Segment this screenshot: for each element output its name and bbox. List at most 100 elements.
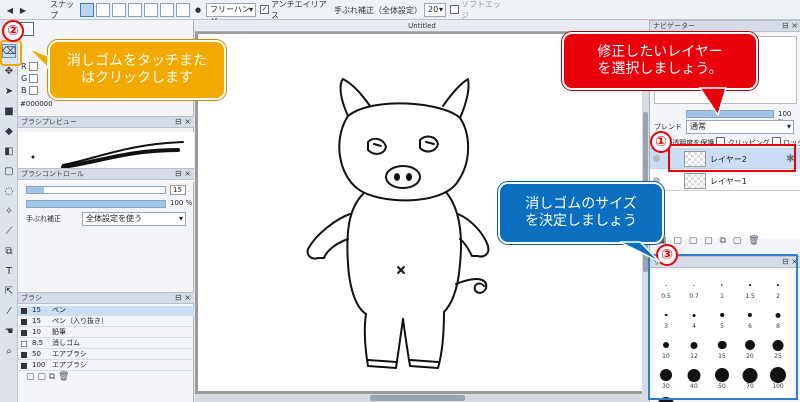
layer-name: レイヤー1	[710, 177, 747, 186]
brush-size: 10	[32, 328, 41, 336]
brush-list-item[interactable]: 8.5 消しゴム	[18, 339, 194, 349]
brush-list-title: ブラシ ⊟ ×	[18, 292, 194, 304]
brush-size: 15	[32, 317, 41, 325]
brush-color-icon	[21, 352, 27, 358]
blend-select[interactable]: 通常	[686, 120, 794, 134]
rgb-label-b: B	[21, 86, 27, 95]
brush-list-title-text: ブラシ	[21, 294, 42, 302]
panel-pin-icon[interactable]: ⊟ ×	[175, 117, 191, 127]
panel-pin-icon[interactable]: ⊟ ×	[782, 21, 798, 31]
soft-edge-label: ソフトエッジ	[461, 0, 501, 20]
horizontal-scrollbar[interactable]	[195, 394, 649, 402]
antialias-checkbox[interactable]: ✓	[260, 5, 269, 14]
brush-size-value[interactable]: 15	[170, 185, 186, 195]
eraser-highlight	[0, 40, 22, 66]
brush-opacity-value: 100 %	[170, 199, 193, 207]
brush-size: 100	[32, 361, 46, 369]
bucket-tool-icon[interactable]: ◆	[2, 124, 16, 138]
snap-vanish-icon[interactable]	[128, 3, 142, 17]
fill-tool-icon[interactable]: ■	[2, 104, 16, 118]
canvas-tab[interactable]: Untitled	[195, 20, 649, 32]
panel-pin-icon[interactable]: ⊟ ×	[175, 293, 191, 303]
brush-stabilizer-select[interactable]: 全体設定を使う	[82, 212, 186, 226]
dot-icon: ●	[194, 6, 202, 14]
brush-color-icon	[21, 308, 27, 314]
brush-tool-icon[interactable]: ⟋	[2, 224, 16, 238]
hex-value: #000000	[20, 100, 53, 108]
brush-preview-title: ブラシプレビュー ⊟ ×	[18, 116, 194, 128]
operation-tool-icon[interactable]: ⇱	[2, 284, 16, 298]
brush-color-icon	[21, 330, 27, 336]
prev-icon[interactable]: ◀	[4, 2, 16, 18]
brush-control-title: ブラシコントロール ⊟ ×	[18, 168, 194, 180]
brush-list-item[interactable]: 50 エアブラシ	[18, 350, 194, 360]
brush-color-icon	[21, 341, 27, 347]
hand-tool-icon[interactable]: ☚	[2, 324, 16, 338]
panel-pin-icon[interactable]: ⊟ ×	[175, 169, 191, 179]
brush-list-item[interactable]: 100 エアブラシ	[18, 361, 194, 371]
antialias-label: アンチエイリアス	[271, 0, 327, 20]
layer-highlight	[668, 144, 796, 172]
brush-preview-title-text: ブラシプレビュー	[21, 118, 77, 126]
brush-name: 鉛筆	[52, 328, 66, 336]
brush-name: 消しゴム	[52, 339, 80, 347]
gradient-tool-icon[interactable]: ◧	[2, 144, 16, 158]
brush-name: ペン	[52, 306, 66, 314]
brush-size: 15	[32, 306, 41, 314]
layer-footer-icons[interactable]: ▣ ▢ ▢ ▢ ⧉ ▢ 🗑	[658, 236, 762, 246]
size-callout: 消しゴムのサイズ を決定しましょう	[498, 182, 664, 244]
step-1-badge: ①	[650, 131, 672, 153]
move-tool-icon[interactable]: ✥	[2, 64, 16, 78]
brush-size: 50	[32, 350, 41, 358]
layer-row[interactable]: レイヤー1	[650, 171, 800, 191]
brush-list-item[interactable]: 15 ペン（入り抜き）	[18, 317, 194, 327]
next-icon[interactable]: ▶	[17, 2, 29, 18]
navigator-title: ナビゲーター ⊟ ×	[650, 20, 800, 32]
transform-tool-icon[interactable]: ⧉	[2, 244, 16, 258]
lasso-tool-icon[interactable]: ◌	[2, 184, 16, 198]
brush-control-title-text: ブラシコントロール	[21, 170, 84, 178]
brush-list-item[interactable]: 15 ペン	[18, 306, 194, 316]
rgb-slider-r[interactable]	[29, 62, 38, 71]
brush-list-item[interactable]: 10 鉛筆	[18, 328, 194, 338]
dropper-tool-icon[interactable]: ⁄	[2, 304, 16, 318]
brush-opacity-slider[interactable]	[26, 200, 166, 208]
rgb-label-g: G	[21, 74, 28, 83]
snap-parallel-icon[interactable]	[96, 3, 110, 17]
eye-icon[interactable]	[653, 155, 660, 162]
snap-radial-icon[interactable]	[144, 3, 158, 17]
brush-size: 8.5	[32, 339, 44, 347]
snap-label: スナップ	[50, 0, 74, 20]
layer-opacity-slider[interactable]	[686, 110, 774, 118]
brush-list-footer-icons[interactable]: ▢ ▢ ⧉ 🗑	[26, 372, 69, 382]
brush-size-slider[interactable]	[26, 186, 166, 194]
step-2-badge: ②	[2, 20, 24, 42]
rect-select-icon[interactable]: ▢	[2, 164, 16, 178]
pen-mode-select[interactable]: フリーハンド	[206, 3, 256, 26]
step-3-badge: ③	[656, 244, 678, 266]
stabilizer-label: 手ぶれ補正（全体設定）	[334, 5, 422, 15]
stabilizer-select[interactable]: 20	[424, 3, 446, 17]
soft-edge-checkbox[interactable]	[450, 5, 459, 14]
layer-thumbnail	[684, 173, 706, 189]
brush-name: ペン（入り抜き）	[52, 317, 108, 325]
navigator-title-text: ナビゲーター	[653, 22, 695, 30]
snap-cross-icon[interactable]	[112, 3, 126, 17]
snap-curve-icon[interactable]	[176, 3, 190, 17]
snap-circle-icon[interactable]	[160, 3, 174, 17]
rgb-slider-g[interactable]	[29, 74, 38, 83]
snap-off-icon[interactable]	[80, 3, 94, 17]
horizontal-scroll-thumb[interactable]	[370, 395, 465, 401]
tool-column: ✎ ⌫ ✥ ➤ ■ ◆ ◧ ▢ ◌ ✧ ⟋ ⧉ T ⇱ ⁄ ☚ ⌕	[0, 20, 18, 402]
text-tool-icon[interactable]: T	[2, 264, 16, 278]
top-toolbar: ◀ ▶ スナップ ● フリーハンド ✓ アンチエイリアス 手ぶれ補正（全体設定）…	[0, 0, 800, 26]
rgb-label-r: R	[21, 62, 27, 71]
magic-wand-icon[interactable]: ✧	[2, 204, 16, 218]
select-tool-icon[interactable]: ➤	[2, 84, 16, 98]
size-highlight	[648, 254, 798, 400]
zoom-tool-icon[interactable]: ⌕	[2, 344, 16, 358]
brush-name: エアブラシ	[52, 350, 87, 358]
rgb-slider-b[interactable]	[29, 86, 38, 95]
brush-stabilizer-label: 手ぶれ補正	[26, 215, 61, 223]
eraser-callout: 消しゴムをタッチまた はクリックします	[48, 40, 226, 100]
